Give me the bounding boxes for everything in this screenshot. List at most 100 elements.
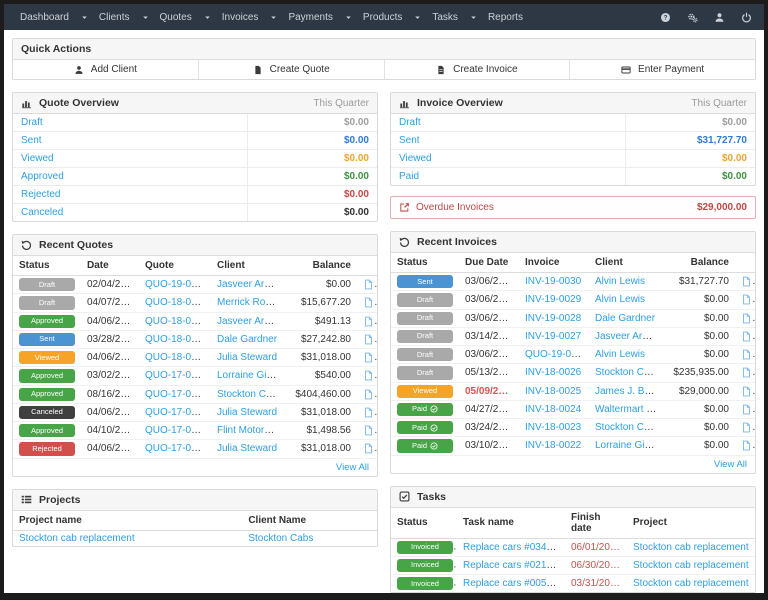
open-document-button[interactable] xyxy=(741,422,752,433)
quote-number-link[interactable]: QUO-17-0014 xyxy=(145,425,208,436)
invoice-number-link[interactable]: INV-19-0028 xyxy=(525,313,581,324)
client-link[interactable]: Waltermart Supplies xyxy=(595,404,665,415)
quote-overview-canceled-link[interactable]: Canceled xyxy=(21,207,63,218)
open-document-button[interactable] xyxy=(363,352,374,363)
create-invoice-button[interactable]: Create Invoice xyxy=(385,60,571,79)
create-quote-button[interactable]: Create Quote xyxy=(199,60,385,79)
open-document-button[interactable] xyxy=(363,407,374,418)
nav-item-tasks[interactable]: Tasks xyxy=(430,10,478,25)
invoice-overview-viewed-link[interactable]: Viewed xyxy=(399,153,432,164)
task-link[interactable]: Replace cars #021 - #033 xyxy=(463,560,565,571)
quote-number-link[interactable]: QUO-18-0019 xyxy=(145,352,208,363)
open-document-button[interactable] xyxy=(363,279,374,290)
project-link[interactable]: Stockton cab replacement xyxy=(633,578,749,589)
client-link[interactable]: Jasveer Arwehan xyxy=(217,279,285,290)
project-link[interactable]: Stockton cab replacement xyxy=(19,533,135,544)
invoice-number-link[interactable]: INV-19-0029 xyxy=(525,294,581,305)
open-document-button[interactable] xyxy=(741,404,752,415)
client-link[interactable]: Julia Steward xyxy=(217,352,277,363)
quotes-view-all-link[interactable]: View All xyxy=(336,462,369,473)
invoice-number-link[interactable]: INV-19-0030 xyxy=(525,276,581,287)
open-document-button[interactable] xyxy=(363,298,374,309)
client-link[interactable]: Julia Steward xyxy=(217,443,277,454)
account-button[interactable] xyxy=(714,12,725,23)
quote-number-link[interactable]: QUO-17-0013 xyxy=(145,443,208,454)
help-button[interactable]: ? xyxy=(660,12,671,23)
client-link[interactable]: Merrick Roads, Ltd. xyxy=(217,297,285,308)
enter-payment-button[interactable]: Enter Payment xyxy=(570,60,755,79)
nav-item-reports[interactable]: Reports xyxy=(486,10,525,25)
quote-number-link[interactable]: QUO-17-0018 xyxy=(145,370,208,381)
client-link[interactable]: Stockton Cabs xyxy=(595,422,660,433)
open-document-button[interactable] xyxy=(363,425,374,436)
open-document-button[interactable] xyxy=(741,331,752,342)
nav-item-invoices[interactable]: Invoices xyxy=(220,10,279,25)
open-document-button[interactable] xyxy=(363,371,374,382)
client-link[interactable]: Dale Gardner xyxy=(217,334,277,345)
invoice-overview-paid-link[interactable]: Paid xyxy=(399,171,419,182)
client-link[interactable]: Alvin Lewis xyxy=(595,276,645,287)
quote-number-link[interactable]: QUO-18-0022 xyxy=(145,316,208,327)
open-document-button[interactable] xyxy=(363,334,374,345)
quote-overview-rows: Draft$0.00Sent$0.00Viewed$0.00Approved$0… xyxy=(13,114,377,221)
open-document-button[interactable] xyxy=(741,368,752,379)
invoices-view-all-link[interactable]: View All xyxy=(714,459,747,470)
open-document-button[interactable] xyxy=(741,441,752,452)
invoice-overview-draft-link[interactable]: Draft xyxy=(399,117,421,128)
nav-item-products[interactable]: Products xyxy=(361,10,422,25)
quote-overview-approved-link[interactable]: Approved xyxy=(21,171,64,182)
client-link[interactable]: Julia Steward xyxy=(217,407,277,418)
quote-overview-rejected-link[interactable]: Rejected xyxy=(21,189,60,200)
invoice-overview-sent-link[interactable]: Sent xyxy=(399,135,420,146)
nav-item-quotes[interactable]: Quotes xyxy=(158,10,212,25)
invoice-number-link[interactable]: INV-18-0026 xyxy=(525,367,581,378)
client-link[interactable]: Stockton Cabs xyxy=(248,533,313,544)
invoice-number-link[interactable]: INV-18-0025 xyxy=(525,386,581,397)
quote-number-link[interactable]: QUO-19-0025 xyxy=(145,279,208,290)
quote-overview-draft-link[interactable]: Draft xyxy=(21,117,43,128)
invoice-number-link[interactable]: INV-19-0027 xyxy=(525,331,581,342)
client-link[interactable]: Lorraine Gibson xyxy=(595,440,665,451)
open-document-button[interactable] xyxy=(741,295,752,306)
client-link[interactable]: Alvin Lewis xyxy=(595,349,645,360)
invoice-number-link[interactable]: QUO-19-0024 xyxy=(525,349,588,360)
nav-item-dashboard[interactable]: Dashboard xyxy=(18,10,89,25)
quote-number-link[interactable]: QUO-18-0021 xyxy=(145,334,208,345)
column-header-task-name: Task name xyxy=(457,508,565,539)
open-document-button[interactable] xyxy=(363,389,374,400)
nav-item-payments[interactable]: Payments xyxy=(286,10,352,25)
open-document-button[interactable] xyxy=(741,386,752,397)
client-link[interactable]: Stockton Cabs xyxy=(595,367,660,378)
client-link[interactable]: Alvin Lewis xyxy=(595,294,645,305)
document-icon xyxy=(363,351,374,364)
client-link[interactable]: Lorraine Gibson xyxy=(217,370,285,381)
client-link[interactable]: Flint Motors, Ltd. xyxy=(217,425,285,436)
open-document-button[interactable] xyxy=(363,316,374,327)
client-link[interactable]: James J. Bowman xyxy=(595,386,665,397)
project-link[interactable]: Stockton cab replacement xyxy=(633,542,749,553)
quote-overview-viewed-link[interactable]: Viewed xyxy=(21,153,54,164)
invoice-number-link[interactable]: INV-18-0023 xyxy=(525,422,581,433)
logout-button[interactable] xyxy=(741,12,752,23)
quote-overview-sent-link[interactable]: Sent xyxy=(21,135,42,146)
client-link[interactable]: Stockton Cabs xyxy=(217,389,282,400)
open-document-button[interactable] xyxy=(363,444,374,455)
project-link[interactable]: Stockton cab replacement xyxy=(633,560,749,571)
nav-item-clients[interactable]: Clients xyxy=(97,10,150,25)
open-document-button[interactable] xyxy=(741,313,752,324)
open-document-button[interactable] xyxy=(741,276,752,287)
settings-button[interactable] xyxy=(687,12,698,23)
overdue-invoices-link[interactable]: Overdue Invoices xyxy=(399,202,494,213)
task-link[interactable]: Replace cars #034 - #041 xyxy=(463,542,565,553)
task-link[interactable]: Replace cars #005 - #020 xyxy=(463,578,565,589)
client-link[interactable]: Jasveer Arwehan xyxy=(217,316,285,327)
invoice-number-link[interactable]: INV-18-0024 xyxy=(525,404,581,415)
quote-number-link[interactable]: QUO-18-0023 xyxy=(145,297,208,308)
open-document-button[interactable] xyxy=(741,349,752,360)
client-link[interactable]: Jasveer Arwehan xyxy=(595,331,665,342)
invoice-number-link[interactable]: INV-18-0022 xyxy=(525,440,581,451)
quote-number-link[interactable]: QUO-17-0015 xyxy=(145,407,208,418)
quote-number-link[interactable]: QUO-17-0017 xyxy=(145,389,208,400)
add-client-button[interactable]: Add Client xyxy=(13,60,199,79)
client-link[interactable]: Dale Gardner xyxy=(595,313,655,324)
